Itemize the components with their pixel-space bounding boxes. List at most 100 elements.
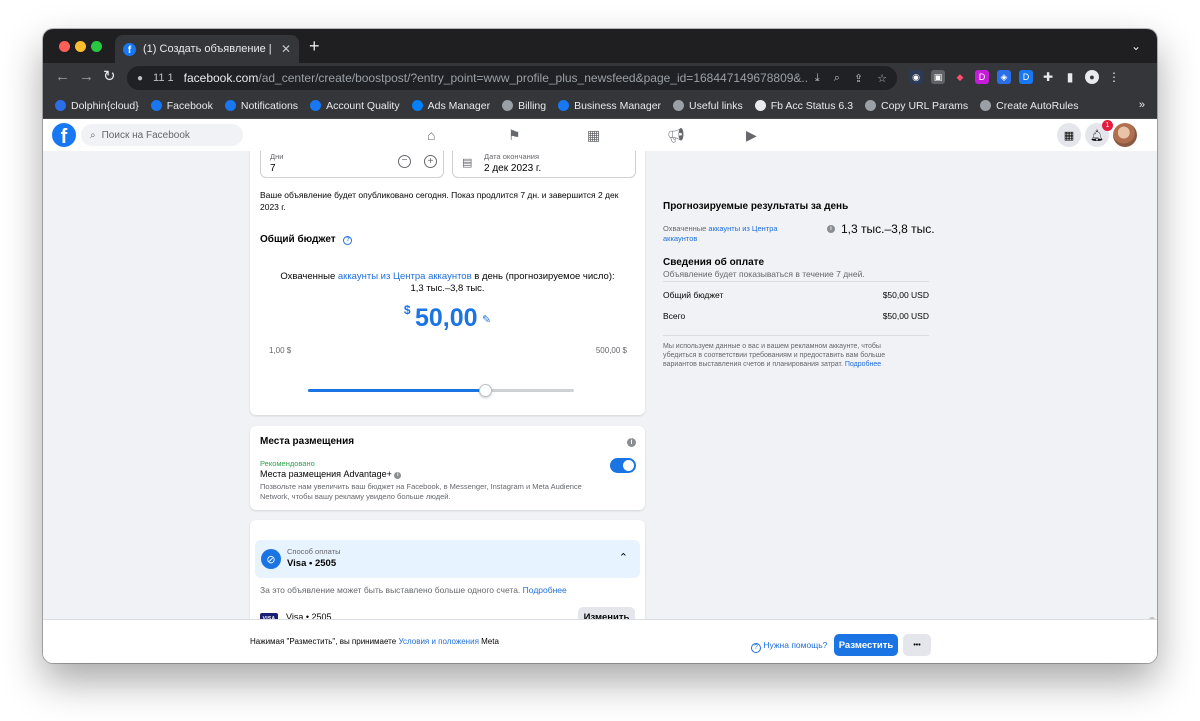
- payment-method-selector[interactable]: ⊘ Способ оплаты Visa • 2505 ⌃: [255, 540, 640, 578]
- bookmark-item[interactable]: Dolphin{cloud}: [55, 100, 139, 112]
- bookmark-item[interactable]: Notifications: [224, 100, 298, 112]
- main-content: Дни 7 − + ▤ Дата окончания 2 дек 2023 г.…: [43, 151, 1157, 663]
- toggle-knob: [623, 460, 634, 471]
- bookmark-item[interactable]: Fb Acc Status 6.3: [754, 99, 854, 112]
- bookmark-item[interactable]: Facebook: [150, 99, 213, 112]
- address-bar[interactable]: ● 11 1 facebook.com/ad_center/create/boo…: [127, 66, 897, 90]
- puzzle-icon[interactable]: ✚: [1041, 70, 1055, 84]
- disclaimer-learn-more-link[interactable]: Подробнее: [845, 361, 881, 368]
- multi-invoice-text: За это объявление может быть выставлено …: [260, 585, 521, 595]
- bookmark-item[interactable]: Ads Manager: [411, 99, 491, 112]
- advantage-description: Позвольте нам увеличить ваш бюджет на Fa…: [260, 482, 582, 501]
- bookmark-item[interactable]: Create AutoRules: [980, 100, 1078, 112]
- tag-extension-icon[interactable]: ▣: [931, 70, 945, 84]
- sidepanel-icon[interactable]: ▮: [1063, 70, 1077, 84]
- close-window-button[interactable]: [59, 41, 70, 52]
- facebook-search-input[interactable]: ⌕ Поиск на Facebook: [81, 124, 243, 146]
- help-label: Нужна помощь?: [763, 640, 828, 650]
- payment-method-label: Способ оплаты: [287, 547, 341, 556]
- more-options-button[interactable]: •••: [903, 634, 931, 656]
- url-text[interactable]: facebook.com/ad_center/create/boostpost/…: [184, 71, 807, 85]
- new-tab-button[interactable]: +: [309, 37, 320, 55]
- accounts-center-link[interactable]: аккаунты из Центра аккаунтов: [338, 271, 472, 282]
- bookmark-item[interactable]: Copy URL Params: [865, 100, 968, 112]
- facebook-header: f ⌕ Поиск на Facebook ⌂ ⚑ ▦ 📢︎ ▶ ▦ 🔔︎ 1: [43, 119, 1157, 151]
- forecast-reach-prefix: Охваченные: [663, 224, 709, 233]
- advantage-placements-toggle[interactable]: [610, 458, 636, 473]
- decrease-days-button[interactable]: −: [398, 155, 411, 168]
- facebook-logo-icon[interactable]: f: [52, 123, 76, 147]
- reload-icon[interactable]: ↻: [103, 69, 116, 85]
- budget-slider[interactable]: [308, 384, 574, 397]
- lens-extension-icon[interactable]: ◉: [909, 70, 923, 84]
- budget-amount[interactable]: $ 50,00 ✎: [250, 303, 645, 333]
- url-host: facebook.com: [183, 71, 259, 85]
- learn-more-link[interactable]: Подробнее: [523, 585, 567, 595]
- bookmark-favicon-icon: [224, 100, 236, 111]
- help-link[interactable]: ? Нужна помощь?: [751, 640, 827, 653]
- payment-card-icon: ⊘: [261, 549, 281, 569]
- bookmark-item[interactable]: Account Quality: [310, 100, 400, 112]
- minimize-window-button[interactable]: [75, 41, 86, 52]
- profile-icon[interactable]: ●: [1085, 70, 1099, 84]
- edit-pencil-icon[interactable]: ✎: [482, 314, 491, 326]
- zoom-icon[interactable]: ⌕: [834, 72, 840, 85]
- browser-tab[interactable]: f (1) Создать объявление | Fac ✕: [115, 35, 299, 63]
- home-icon[interactable]: ⌂: [427, 127, 435, 143]
- chevron-up-icon[interactable]: ⌃: [619, 551, 628, 564]
- more-bookmarks-icon[interactable]: »: [1139, 99, 1145, 111]
- close-tab-icon[interactable]: ✕: [281, 42, 291, 56]
- budget-reach-estimate: Охваченные аккаунты из Центра аккаунтов …: [250, 271, 645, 295]
- box-extension-icon[interactable]: ◈: [997, 70, 1011, 84]
- ads-dashboard-icon[interactable]: ▦: [587, 127, 600, 144]
- browser-toolbar: ← → ↻ ● 11 1 facebook.com/ad_center/crea…: [43, 63, 1157, 93]
- back-arrow-icon[interactable]: ←: [55, 69, 70, 85]
- help-icon: ?: [751, 642, 761, 653]
- zoom-window-button[interactable]: [91, 41, 102, 52]
- bookmark-label: Facebook: [166, 99, 213, 112]
- end-date-field[interactable]: ▤ Дата окончания 2 дек 2023 г.: [452, 151, 636, 178]
- terms-link[interactable]: Условия и положения: [398, 637, 478, 646]
- publish-button[interactable]: Разместить: [834, 634, 898, 656]
- download-icon[interactable]: ⤓: [815, 72, 820, 85]
- placements-info-icon[interactable]: i: [627, 438, 636, 447]
- avatar[interactable]: [1113, 123, 1137, 147]
- bookmark-label: Ads Manager: [427, 99, 491, 112]
- recommended-label: Рекомендовано: [260, 459, 315, 468]
- bookmark-item[interactable]: Useful links: [673, 100, 743, 112]
- days-field[interactable]: Дни 7 − +: [260, 151, 444, 178]
- d-extension-icon[interactable]: D: [975, 70, 989, 84]
- bookmark-label: Create AutoRules: [996, 99, 1079, 112]
- forward-arrow-icon[interactable]: →: [79, 69, 94, 85]
- menu-grid-icon[interactable]: ▦: [1057, 123, 1081, 147]
- forecast-info-icon[interactable]: i: [827, 225, 835, 233]
- notifications-bell-icon[interactable]: 🔔︎ 1: [1085, 120, 1113, 147]
- bookmark-favicon-icon: [150, 100, 162, 111]
- end-date-value: 2 дек 2023 г.: [484, 163, 542, 174]
- tab-search-chevron-icon[interactable]: ⌄: [1131, 39, 1141, 53]
- total-budget-value: $50,00 USD: [882, 290, 929, 300]
- bookmark-star-icon[interactable]: ☆: [877, 72, 887, 85]
- bookmark-label: Business Manager: [574, 99, 662, 112]
- dolphin-extension-icon[interactable]: D: [1019, 70, 1033, 84]
- bookmark-item[interactable]: Business Manager: [558, 100, 661, 112]
- bookmark-item[interactable]: Billing: [502, 100, 546, 112]
- megaphone-icon[interactable]: 📢︎: [667, 127, 685, 144]
- budget-help-icon[interactable]: ?: [343, 235, 353, 245]
- summary-divider: [663, 281, 929, 282]
- increase-days-button[interactable]: +: [424, 155, 437, 168]
- bookmark-label: Useful links: [689, 99, 743, 112]
- bookmark-favicon-icon: [754, 100, 766, 111]
- lock-icon[interactable]: ●: [137, 73, 143, 84]
- notification-badge: 1: [1102, 120, 1113, 131]
- pages-flag-icon[interactable]: ⚑: [508, 127, 521, 144]
- search-placeholder: Поиск на Facebook: [101, 129, 190, 141]
- share-icon[interactable]: ⇪: [854, 72, 863, 85]
- dot-extension-icon[interactable]: ◆: [953, 70, 967, 84]
- browser-menu-icon[interactable]: ⋮: [1107, 70, 1121, 84]
- watch-video-icon[interactable]: ▶: [746, 127, 757, 144]
- budget-title: Общий бюджет ?: [260, 234, 353, 245]
- bookmark-label: Fb Acc Status 6.3: [770, 99, 854, 112]
- advantage-info-icon[interactable]: i: [394, 471, 402, 479]
- url-path: /ad_center/create/boostpost/?entry_point…: [258, 71, 807, 85]
